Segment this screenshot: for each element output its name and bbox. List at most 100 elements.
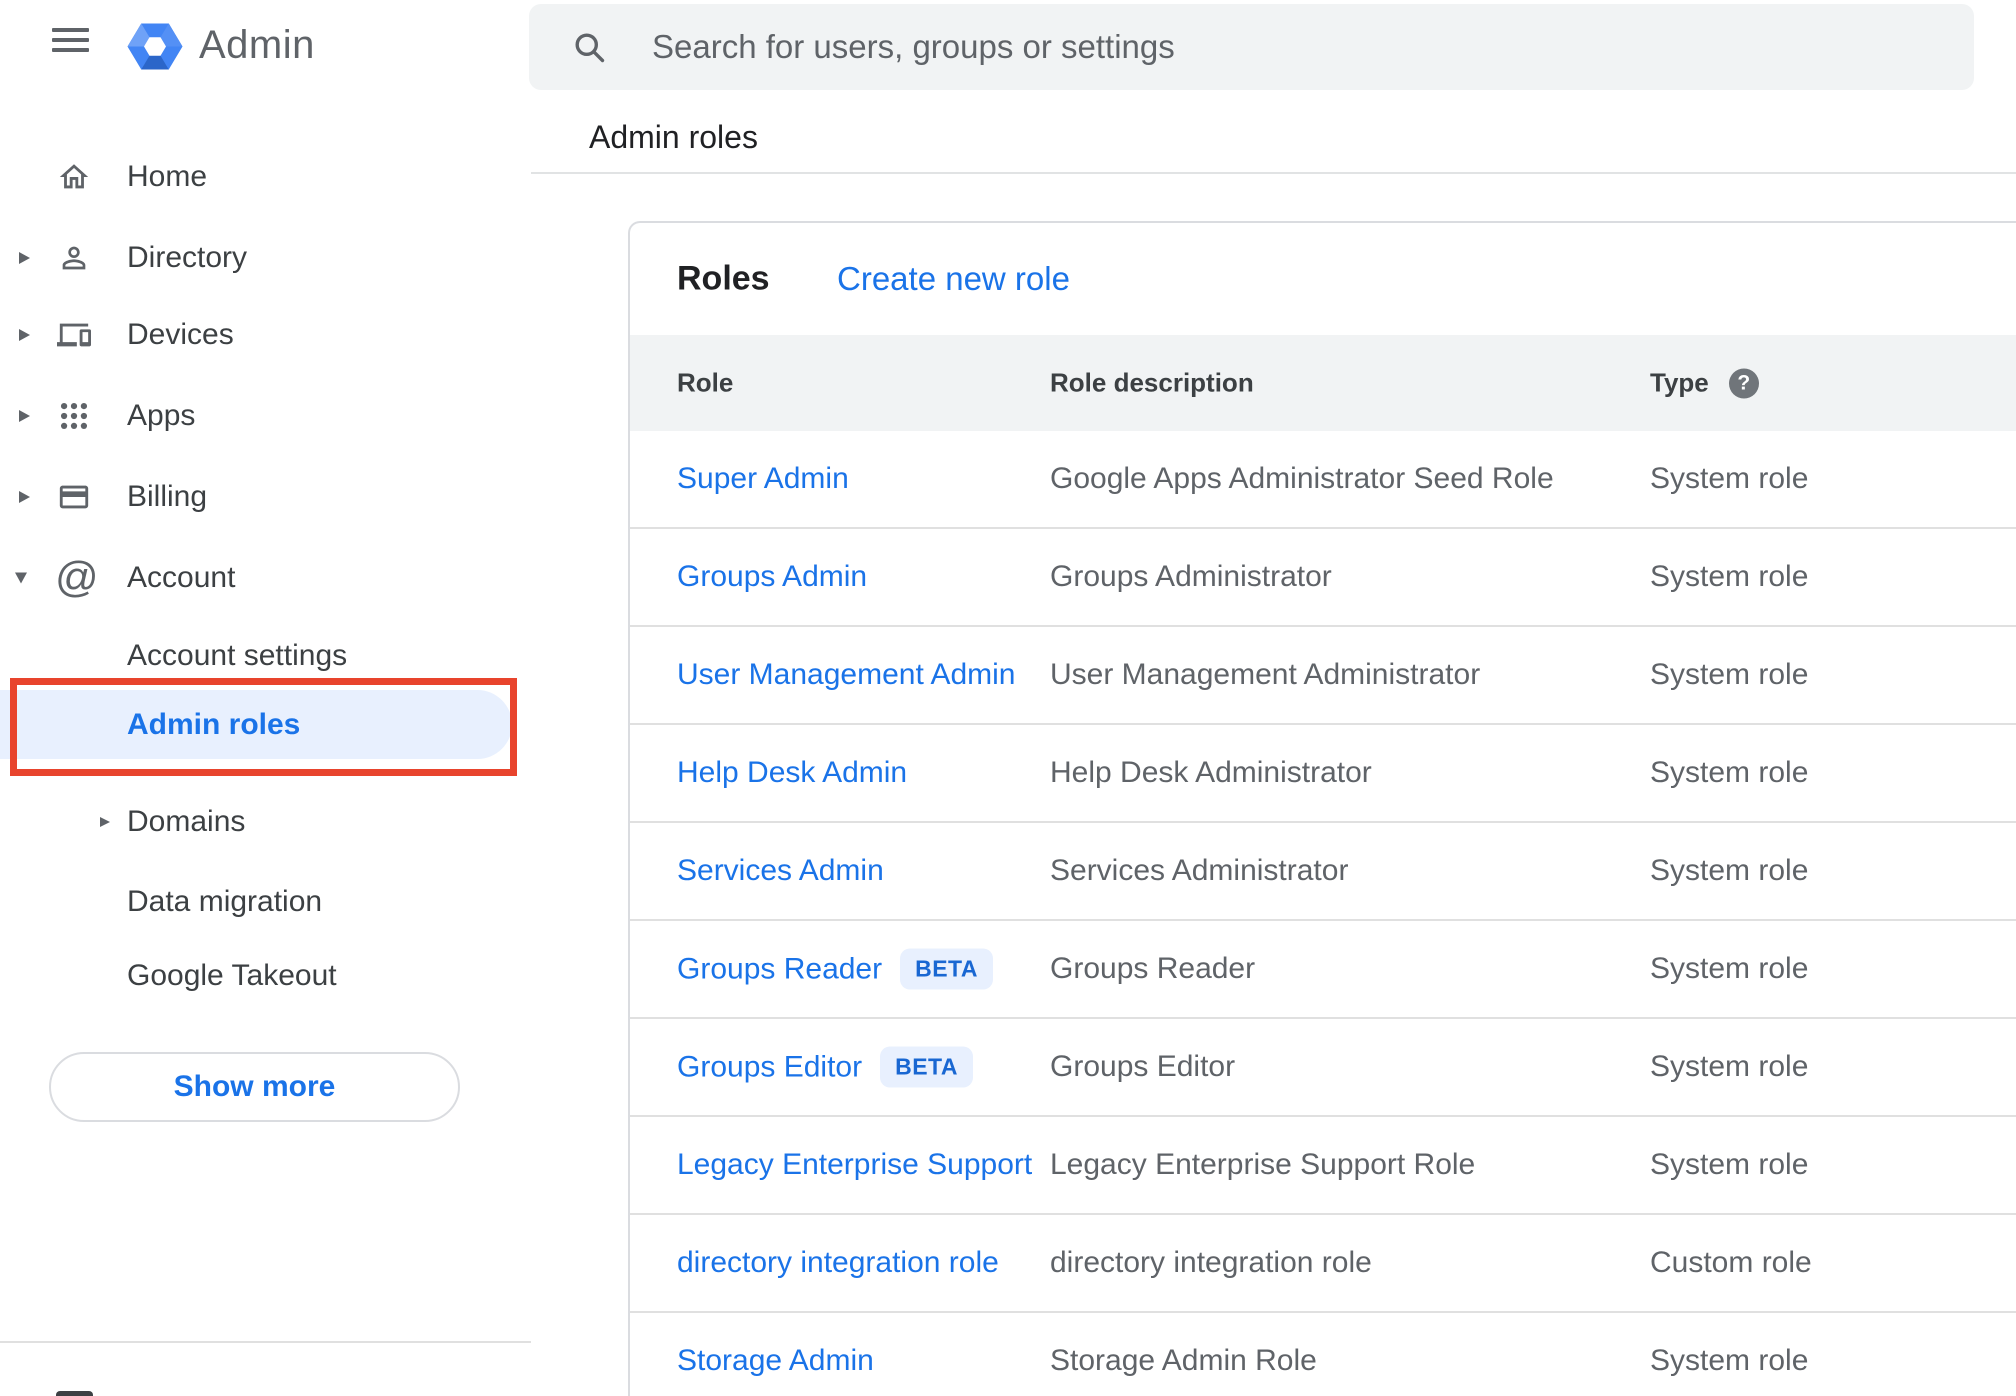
sidebar-item-admin-roles[interactable]: Admin roles [0, 690, 512, 759]
sidebar-item-label: Home [127, 160, 208, 193]
role-link[interactable]: Help Desk Admin [677, 756, 907, 790]
page-title: Roles [677, 259, 770, 298]
chevron-right-icon [19, 252, 30, 264]
table-row: Groups Reader BETA Groups Reader System … [630, 921, 2016, 1019]
sidebar-item-domains[interactable]: Domains [0, 798, 531, 846]
role-description: Groups Administrator [1050, 560, 1332, 593]
sidebar-item-label: Data migration [127, 885, 323, 918]
role-type: System role [1650, 1050, 1809, 1083]
sidebar-item-label: Apps [127, 399, 196, 432]
role-link[interactable]: Storage Admin [677, 1344, 874, 1378]
role-type: System role [1650, 1344, 1809, 1377]
role-type: System role [1650, 952, 1809, 985]
role-type: System role [1650, 560, 1809, 593]
admin-logo-icon [125, 19, 185, 71]
column-header-role: Role [677, 367, 734, 398]
role-type: System role [1650, 756, 1809, 789]
sidebar-item-label: Directory [127, 241, 248, 274]
role-description: Groups Reader [1050, 952, 1256, 985]
breadcrumb-divider [531, 172, 2016, 174]
column-header-type-label: Type [1650, 367, 1709, 398]
role-link[interactable]: Legacy Enterprise Support [677, 1148, 1032, 1182]
role-description: Groups Editor [1050, 1050, 1236, 1083]
search-icon [571, 29, 607, 65]
role-description: Legacy Enterprise Support Role [1050, 1148, 1476, 1181]
sidebar-item-label: Google Takeout [127, 959, 337, 992]
sidebar-item-label: Account settings [127, 639, 348, 672]
search-placeholder: Search for users, groups or settings [652, 28, 1175, 65]
sidebar-item-billing[interactable]: Billing [0, 473, 531, 521]
role-link[interactable]: Groups Editor [677, 1050, 862, 1084]
sidebar-item-label: Devices [127, 318, 234, 351]
credit-card-icon [57, 480, 91, 514]
admin-logo-text: Admin [199, 23, 315, 67]
table-row: Super Admin Google Apps Administrator Se… [630, 431, 2016, 529]
role-description: Help Desk Administrator [1050, 756, 1372, 789]
roles-card-header: Roles Create new role [630, 223, 2016, 335]
role-link[interactable]: Services Admin [677, 854, 884, 888]
sidebar-item-label: Billing [127, 480, 208, 513]
sidebar-item-apps[interactable]: Apps [0, 392, 531, 440]
person-icon [57, 241, 91, 275]
sidebar-item-data-migration[interactable]: Data migration [0, 878, 531, 926]
chevron-right-icon [19, 410, 30, 422]
roles-card: Roles Create new role Role Role descript… [628, 221, 2016, 1396]
role-description: User Management Administrator [1050, 658, 1481, 691]
table-header-row: Role Role description Type ? [630, 335, 2016, 431]
table-row: User Management Admin User Management Ad… [630, 627, 2016, 725]
role-link-with-badge[interactable]: Groups Editor BETA [677, 1046, 973, 1088]
role-type: System role [1650, 1148, 1809, 1181]
role-link[interactable]: Super Admin [677, 462, 849, 496]
sidebar-item-home[interactable]: Home [0, 153, 531, 201]
chevron-down-icon [15, 572, 27, 584]
show-more-button[interactable]: Show more [49, 1052, 460, 1122]
chevron-right-icon [100, 817, 110, 827]
help-icon[interactable]: ? [1728, 368, 1759, 398]
role-description: Services Administrator [1050, 854, 1349, 887]
table-row: Groups Admin Groups Administrator System… [630, 529, 2016, 627]
beta-badge: BETA [880, 1046, 973, 1088]
role-type: Custom role [1650, 1246, 1812, 1279]
column-header-type: Type ? [1650, 368, 1759, 399]
sidebar-item-directory[interactable]: Directory [0, 234, 531, 282]
role-link-with-badge[interactable]: Groups Reader BETA [677, 948, 994, 990]
table-row: Storage Admin Storage Admin Role System … [630, 1313, 2016, 1396]
role-description: Google Apps Administrator Seed Role [1050, 462, 1554, 495]
table-row: directory integration role directory int… [630, 1215, 2016, 1313]
table-row: Help Desk Admin Help Desk Administrator … [630, 725, 2016, 823]
role-description: directory integration role [1050, 1246, 1372, 1279]
clipped-bottom-icon [56, 1391, 93, 1396]
sidebar: Admin Home Directory Devices Apps Billin… [0, 0, 531, 1396]
sidebar-item-devices[interactable]: Devices [0, 311, 531, 359]
sidebar-item-label: Account [127, 561, 236, 594]
role-type: System role [1650, 854, 1809, 887]
sidebar-item-account-settings[interactable]: Account settings [0, 632, 531, 680]
create-new-role-link[interactable]: Create new role [837, 260, 1070, 298]
role-link[interactable]: Groups Reader [677, 952, 882, 986]
table-row: Services Admin Services Administrator Sy… [630, 823, 2016, 921]
breadcrumb: Admin roles [589, 119, 758, 155]
devices-icon [57, 318, 91, 352]
chevron-right-icon [19, 491, 30, 503]
sidebar-item-label: Domains [127, 805, 246, 838]
sidebar-item-account[interactable]: @ Account [0, 554, 531, 602]
role-type: System role [1650, 658, 1809, 691]
at-sign-icon: @ [55, 553, 99, 602]
table-row: Legacy Enterprise Support Legacy Enterpr… [630, 1117, 2016, 1215]
sidebar-divider [0, 1341, 531, 1343]
sidebar-item-label-active: Admin roles [127, 707, 301, 741]
table-row: Groups Editor BETA Groups Editor System … [630, 1019, 2016, 1117]
sidebar-item-google-takeout[interactable]: Google Takeout [0, 952, 531, 1000]
beta-badge: BETA [900, 948, 994, 990]
role-type: System role [1650, 462, 1809, 495]
search-input[interactable]: Search for users, groups or settings [529, 4, 1974, 90]
home-icon [57, 160, 91, 194]
apps-grid-icon [57, 399, 91, 433]
role-description: Storage Admin Role [1050, 1344, 1317, 1377]
column-header-description: Role description [1050, 367, 1254, 398]
role-link[interactable]: Groups Admin [677, 560, 867, 594]
chevron-right-icon [19, 329, 30, 341]
role-link[interactable]: directory integration role [677, 1246, 999, 1280]
hamburger-menu-icon[interactable] [52, 28, 89, 56]
role-link[interactable]: User Management Admin [677, 658, 1016, 692]
